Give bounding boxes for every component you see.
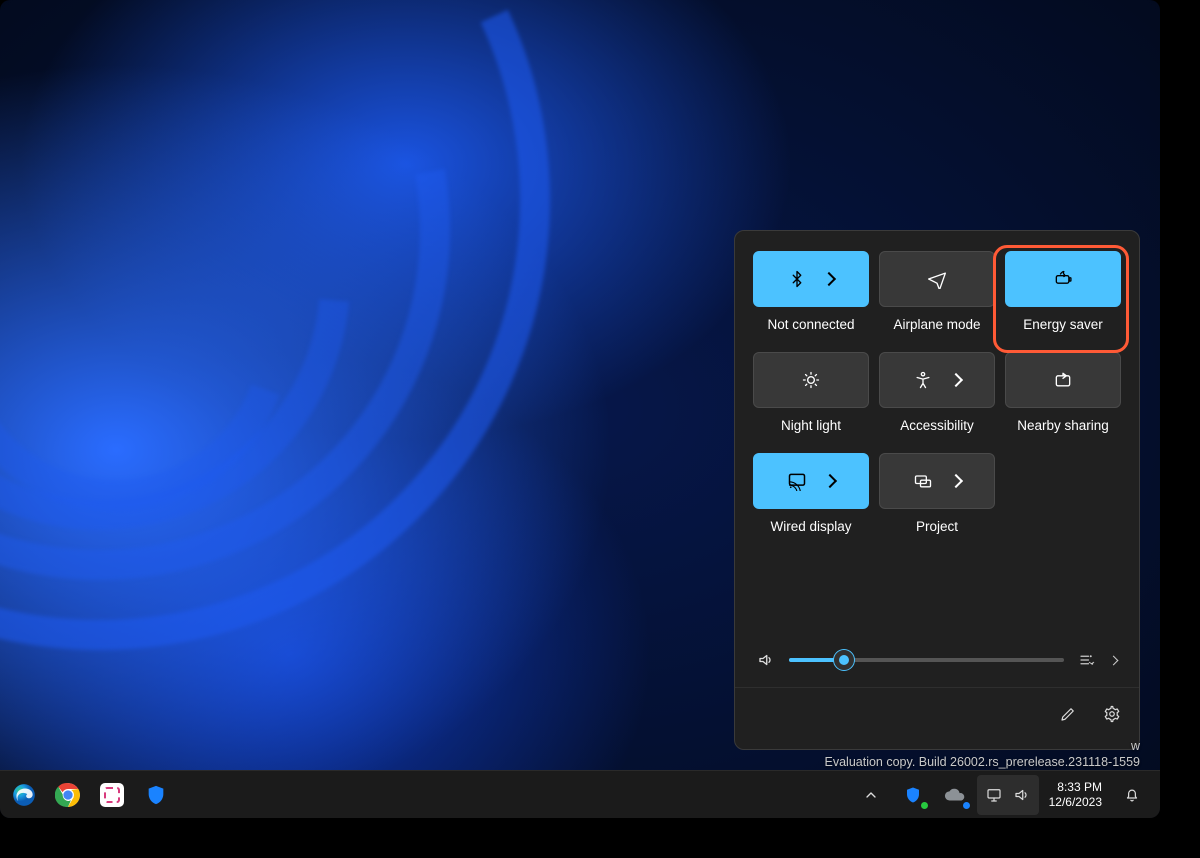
volume-icon[interactable] [757,651,775,669]
airplane-toggle[interactable] [879,251,995,307]
energy-saver-toggle[interactable] [1005,251,1121,307]
chevron-right-icon [949,373,963,387]
notifications-button[interactable] [1112,775,1152,815]
taskbar-app-chrome[interactable] [48,775,88,815]
tile-airplane: Airplane mode [879,251,995,332]
energy-saver-icon [1053,269,1073,289]
bluetooth-label: Not connected [767,317,854,332]
project-toggle[interactable] [879,453,995,509]
tile-accessibility: Accessibility [879,352,995,433]
tray-onedrive-icon[interactable] [935,775,975,815]
tile-cast: Wired display [753,453,869,534]
tile-energy-saver: Energy saver [1005,251,1121,332]
chevron-right-icon[interactable] [1109,655,1119,665]
tile-night-light: Night light [753,352,869,433]
cast-label: Wired display [770,519,851,534]
airplane-label: Airplane mode [893,317,980,332]
watermark-line1: w [825,738,1141,754]
cast-icon [787,471,807,491]
nearby-sharing-icon [1053,370,1073,390]
volume-slider[interactable] [789,658,1064,662]
taskbar-clock[interactable]: 8:33 PM 12/6/2023 [1041,780,1110,810]
taskbar-date: 12/6/2023 [1049,795,1102,810]
nearby-sharing-toggle[interactable] [1005,352,1121,408]
night-light-label: Night light [781,418,841,433]
project-label: Project [916,519,958,534]
bluetooth-toggle[interactable] [753,251,869,307]
network-icon [985,786,1003,804]
airplane-icon [927,269,947,289]
chevron-right-icon [949,474,963,488]
settings-button[interactable] [1103,705,1121,723]
volume-slider-thumb[interactable] [834,650,854,670]
tile-project: Project [879,453,995,534]
tile-bluetooth: Not connected [753,251,869,332]
nearby-sharing-label: Nearby sharing [1017,418,1109,433]
cast-toggle[interactable] [753,453,869,509]
taskbar-app-windows-security[interactable] [136,775,176,815]
energy-saver-label: Energy saver [1023,317,1103,332]
watermark-line2: Evaluation copy. Build 26002.rs_prerelea… [825,754,1141,770]
volume-row [753,633,1121,687]
quick-settings-grid: Not connected Airplane mode [753,251,1121,534]
chevron-right-icon [822,272,836,286]
taskbar-system-tray: 8:33 PM 12/6/2023 [851,775,1152,815]
volume-tray-icon [1013,786,1031,804]
desktop-watermark: w Evaluation copy. Build 26002.rs_prerel… [825,738,1141,771]
edit-quick-settings-button[interactable] [1059,705,1077,723]
quick-settings-footer [735,687,1139,739]
tray-network-volume-group[interactable] [977,775,1039,815]
status-info-badge [962,801,971,810]
desktop-wallpaper[interactable]: Not connected Airplane mode [0,0,1160,818]
bluetooth-icon [788,270,806,288]
tile-nearby-sharing: Nearby sharing [1005,352,1121,433]
night-light-icon [801,370,821,390]
status-ok-badge [920,801,929,810]
taskbar-time: 8:33 PM [1049,780,1102,795]
tray-windows-security-icon[interactable] [893,775,933,815]
taskbar-pinned-apps [4,775,176,815]
audio-output-icon[interactable] [1078,651,1096,669]
accessibility-label: Accessibility [900,418,974,433]
taskbar: 8:33 PM 12/6/2023 [0,770,1160,818]
night-light-toggle[interactable] [753,352,869,408]
chevron-right-icon [823,474,837,488]
quick-settings-panel: Not connected Airplane mode [734,230,1140,750]
accessibility-toggle[interactable] [879,352,995,408]
taskbar-app-edge[interactable] [4,775,44,815]
accessibility-icon [913,370,933,390]
taskbar-app-snipping-tool[interactable] [92,775,132,815]
project-icon [913,471,933,491]
tray-overflow-button[interactable] [851,775,891,815]
